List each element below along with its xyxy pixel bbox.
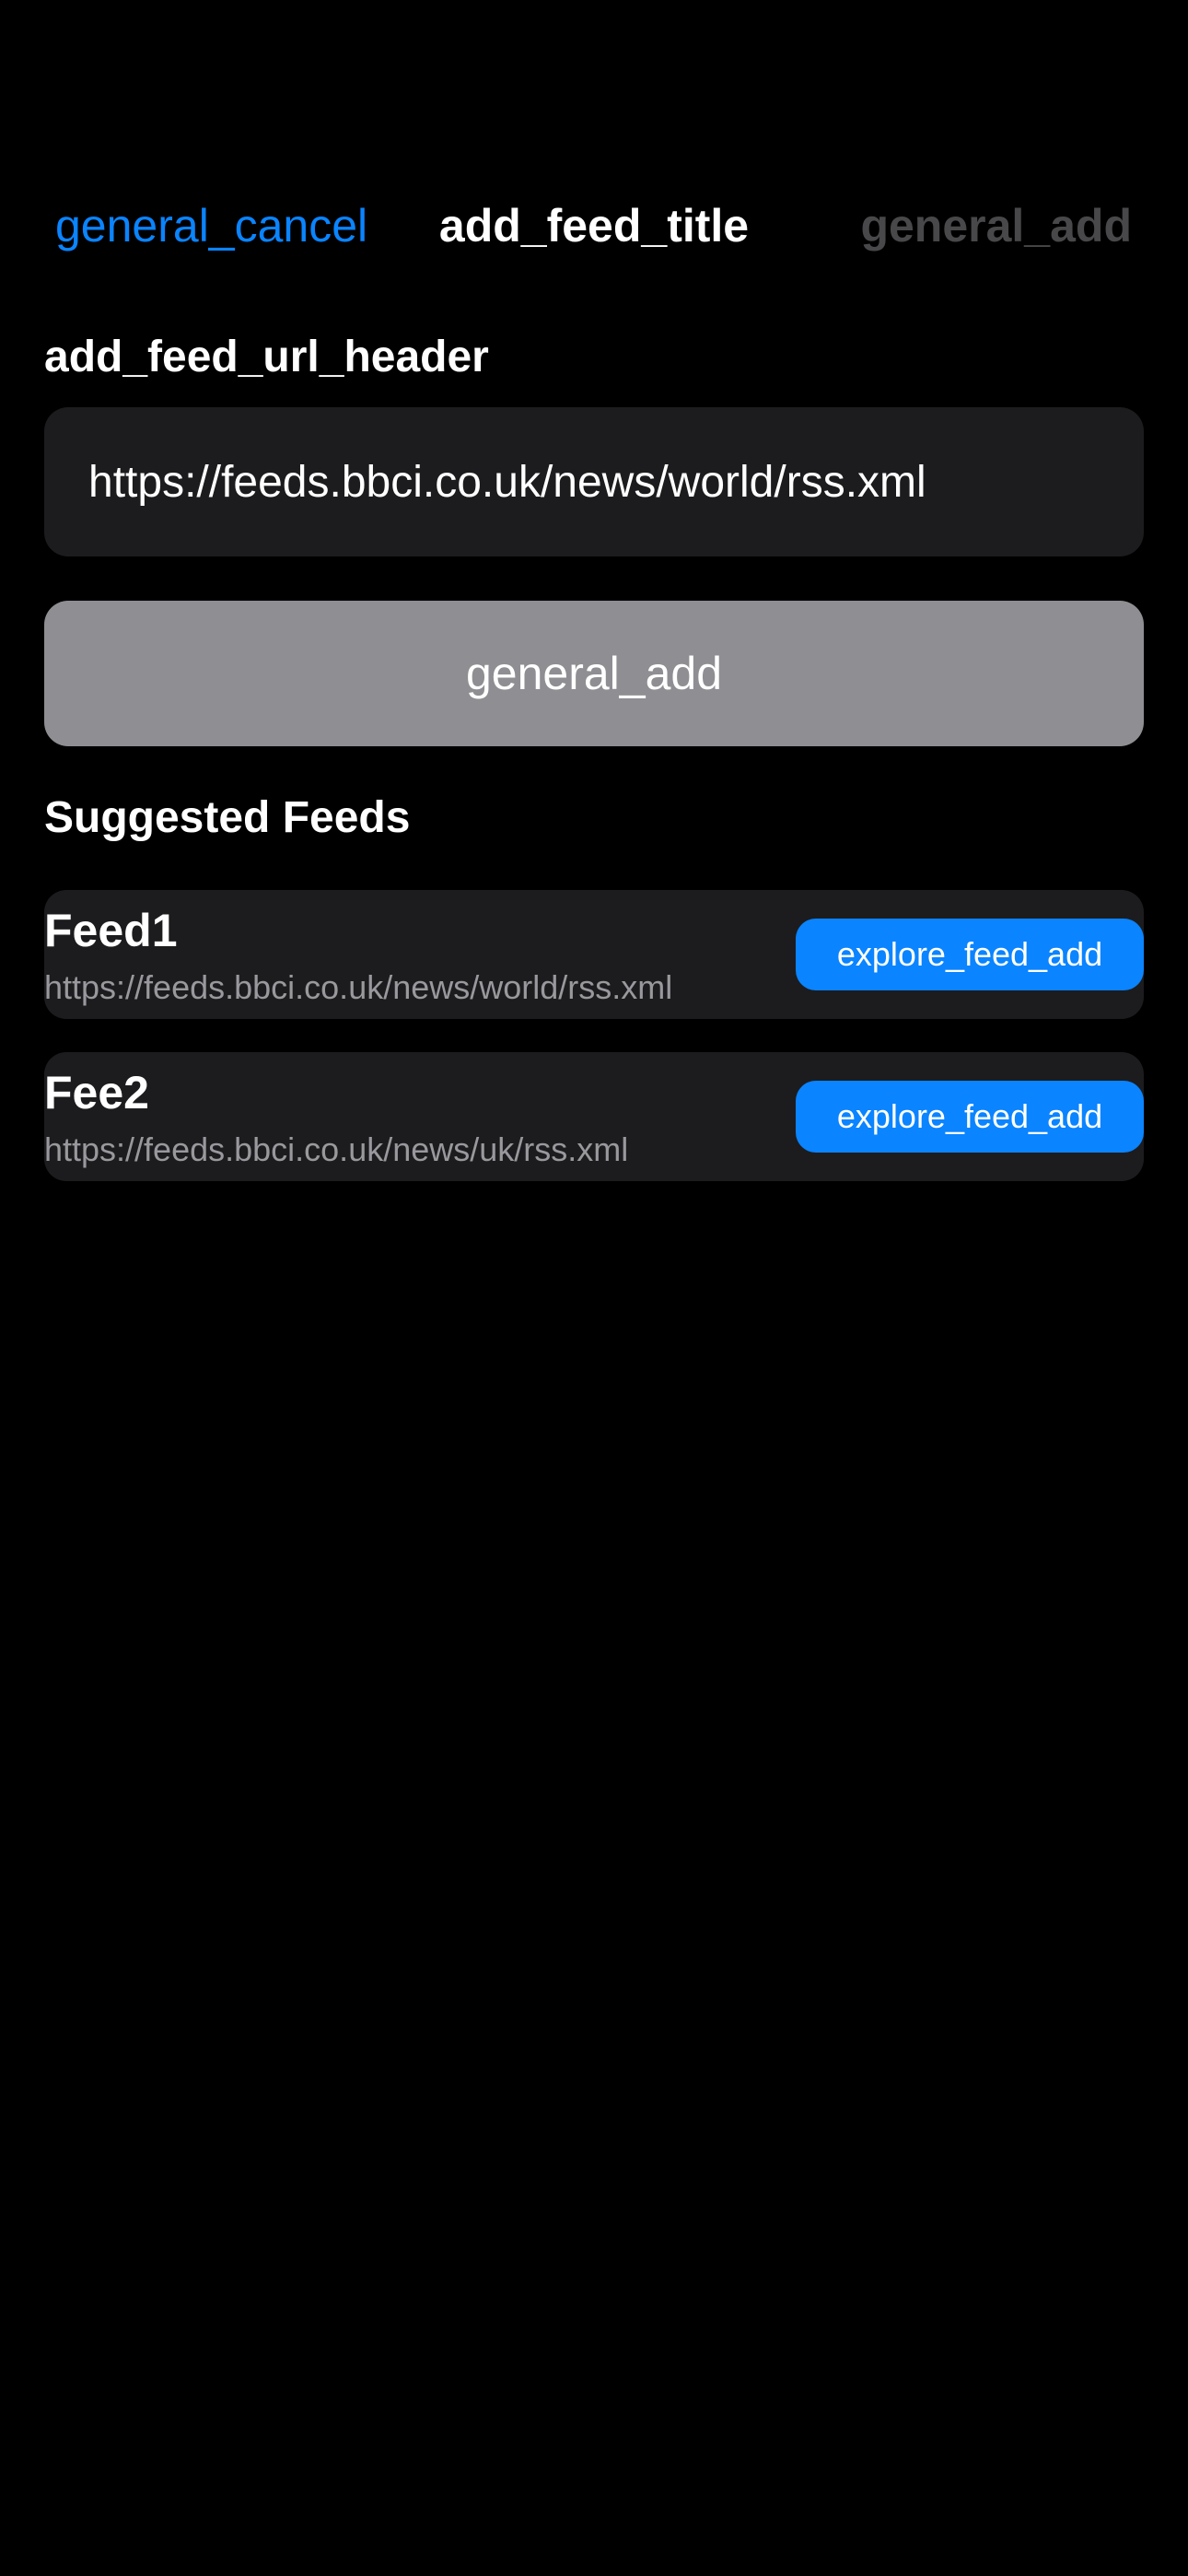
add-feed-screen: { "nav": { "cancel_label": "general_canc… (0, 0, 1188, 2576)
feed-url: https://feeds.bbci.co.uk/news/uk/rss.xml (44, 1130, 629, 1168)
url-field[interactable] (44, 407, 1144, 556)
url-section-header: add_feed_url_header (44, 333, 489, 381)
nav-add-button[interactable]: general_add (860, 198, 1132, 253)
url-input[interactable] (88, 456, 1100, 508)
feed-url: https://feeds.bbci.co.uk/news/world/rss.… (44, 968, 673, 1006)
feed-name: Feed1 (44, 905, 178, 956)
suggested-feed-row: Fee2 https://feeds.bbci.co.uk/news/uk/rs… (44, 1052, 1144, 1181)
navigation-bar: general_cancel add_feed_title general_ad… (0, 180, 1188, 272)
suggested-feed-row: Feed1 https://feeds.bbci.co.uk/news/worl… (44, 890, 1144, 1019)
add-feed-button[interactable]: general_add (44, 601, 1144, 746)
suggested-feeds-header: Suggested Feeds (44, 793, 411, 842)
feed-add-button[interactable]: explore_feed_add (796, 919, 1144, 990)
feed-name: Fee2 (44, 1067, 149, 1118)
feed-add-button[interactable]: explore_feed_add (796, 1081, 1144, 1153)
